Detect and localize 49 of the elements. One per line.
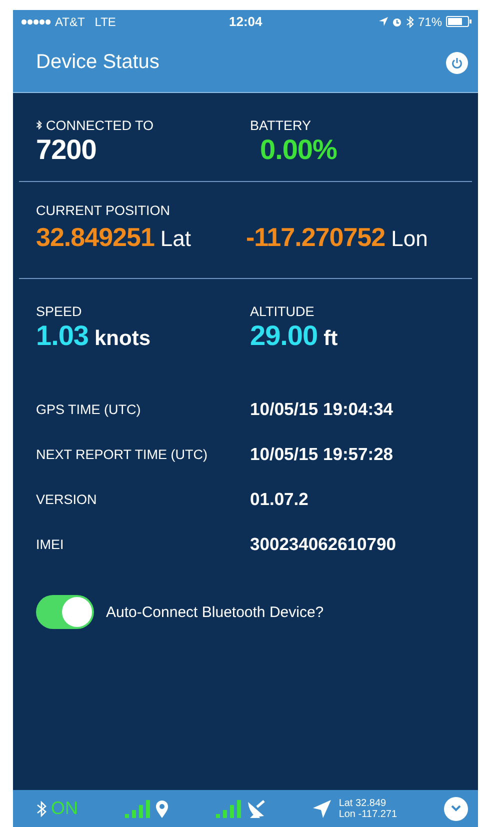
latitude-text: Lat 32.849 bbox=[338, 798, 388, 808]
field-label: CURRENT POSITION bbox=[36, 202, 170, 218]
screen-title: Device Status bbox=[36, 51, 160, 74]
bluetooth-icon bbox=[36, 800, 47, 816]
field-label: ALTITUDE bbox=[250, 304, 314, 318]
map-pin-icon bbox=[154, 800, 169, 818]
field-label: BATTERY bbox=[250, 118, 312, 132]
field-label: NEXT REPORT TIME (UTC) bbox=[36, 447, 209, 462]
alarm-clock-icon bbox=[392, 16, 402, 26]
power-button[interactable] bbox=[446, 52, 468, 74]
field-label: GPS TIME (UTC) bbox=[36, 402, 142, 417]
unit-label: Lat bbox=[160, 226, 191, 252]
bluetooth-icon bbox=[406, 16, 414, 28]
field-value: 300234062610790 bbox=[250, 534, 397, 555]
battery-value: 0.00% bbox=[259, 133, 338, 167]
bluetooth-status: ON bbox=[51, 798, 78, 819]
network-type: LTE bbox=[94, 14, 116, 28]
field-label: IMEI bbox=[36, 537, 65, 552]
unit-label: ft bbox=[324, 327, 338, 351]
longitude-text: Lon -117.271 bbox=[338, 808, 398, 820]
field-value: 01.07.2 bbox=[250, 489, 310, 510]
chevron-down-icon bbox=[450, 805, 461, 812]
signal-bars-icon bbox=[216, 800, 242, 818]
signal-dots-icon bbox=[21, 18, 51, 24]
bluetooth-icon bbox=[36, 120, 42, 130]
navigation-arrow-icon bbox=[312, 800, 331, 818]
location-arrow-icon bbox=[378, 17, 388, 26]
unit-label: knots bbox=[94, 327, 151, 351]
unit-label: Lon bbox=[391, 226, 428, 252]
battery-percent: 71% bbox=[418, 14, 442, 28]
field-value: 10/05/15 19:04:34 bbox=[250, 399, 394, 420]
latitude-value: 32.849251 bbox=[36, 221, 154, 254]
device-id: 7200 bbox=[36, 133, 98, 167]
field-value: 10/05/15 19:57:28 bbox=[250, 444, 394, 465]
field-label: VERSION bbox=[36, 492, 98, 507]
altitude-value: 29.00 bbox=[250, 319, 318, 353]
battery-icon bbox=[446, 16, 472, 27]
power-icon bbox=[451, 56, 463, 68]
speed-value: 1.03 bbox=[36, 319, 88, 353]
carrier-name: AT&T bbox=[55, 14, 85, 28]
toggle-switch[interactable] bbox=[36, 595, 94, 629]
satellite-dish-icon bbox=[246, 800, 266, 818]
toggle-label: Auto-Connect Bluetooth Device? bbox=[106, 604, 324, 620]
signal-bars-icon bbox=[124, 800, 151, 818]
field-label: CONNECTED TO bbox=[46, 118, 154, 132]
field-label: SPEED bbox=[36, 304, 82, 318]
clock-time: 12:04 bbox=[229, 14, 262, 29]
expand-button[interactable] bbox=[444, 796, 468, 820]
longitude-value: -117.270752 bbox=[246, 221, 386, 254]
